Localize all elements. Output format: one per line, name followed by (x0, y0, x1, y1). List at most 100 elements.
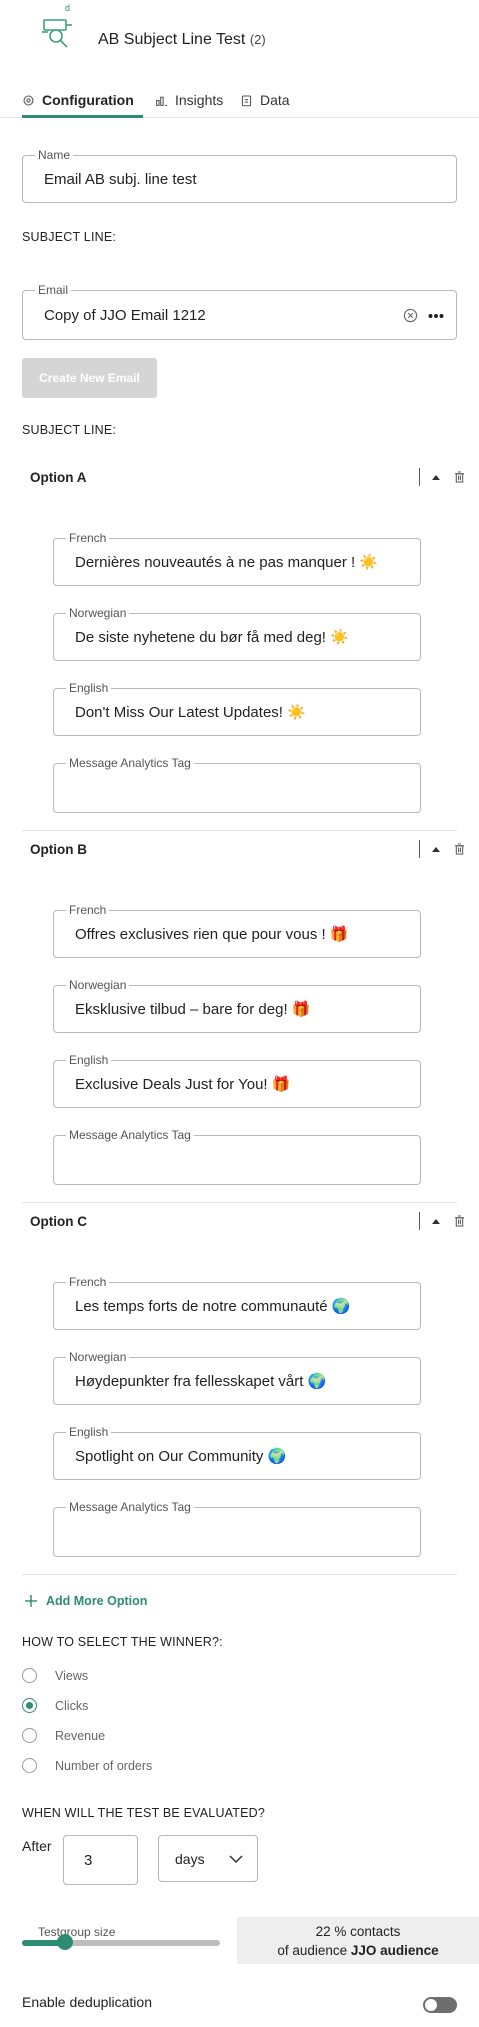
field-value: Don't Miss Our Latest Updates! ☀️ (75, 704, 306, 721)
subject-english-field[interactable]: English Don't Miss Our Latest Updates! ☀️ (53, 681, 421, 736)
email-select-field[interactable]: Email Copy of JJO Email 1212 (22, 283, 457, 340)
create-new-email-button[interactable]: Create New Email (22, 358, 157, 398)
tab-configuration[interactable]: Configuration (22, 82, 134, 118)
separator (419, 1212, 420, 1230)
separator (419, 468, 420, 486)
radio-button[interactable] (22, 1758, 37, 1773)
subject-french-field[interactable]: French Dernières nouveautés à ne pas manq… (53, 531, 421, 586)
audience-prefix: of audience (277, 1942, 351, 1958)
subject-english-field[interactable]: English Spotlight on Our Community 🌍 (53, 1425, 421, 1480)
radio-label: Revenue (55, 1728, 106, 1743)
field-value: Spotlight on Our Community 🌍 (75, 1448, 287, 1465)
winner-option-clicks[interactable]: Clicks (22, 1698, 88, 1713)
more-dots-icon[interactable] (428, 313, 444, 319)
collapse-caret-icon[interactable] (432, 846, 440, 852)
tab-insights[interactable]: Insights (155, 82, 223, 118)
add-more-option-button[interactable]: Add More Option (24, 1594, 147, 1608)
radio-label: Number of orders (55, 1758, 153, 1773)
collapse-caret-icon[interactable] (432, 474, 440, 480)
evaluation-value-input[interactable]: 3 (63, 1835, 138, 1885)
option-title: Option C (30, 1214, 87, 1229)
name-field-value: Email AB subj. line test (44, 170, 197, 188)
field-label: Message Analytics Tag (66, 756, 194, 770)
field-label: Message Analytics Tag (66, 1500, 194, 1514)
trash-icon[interactable] (454, 843, 465, 855)
evaluation-value: 3 (84, 1851, 93, 1869)
evaluation-heading: WHEN WILL THE TEST BE EVALUATED? (22, 1806, 266, 1820)
chevron-down-icon (229, 1854, 243, 1863)
testgroup-slider-handle[interactable] (57, 1934, 73, 1950)
clipboard-icon (241, 95, 252, 106)
option-title: Option A (30, 470, 87, 485)
tab-insights-label: Insights (175, 92, 224, 108)
subject-french-field[interactable]: French Offres exclusives rien que pour vo… (53, 903, 421, 958)
testgroup-label: Testgroup size (38, 1925, 116, 1939)
trash-icon[interactable] (454, 1215, 465, 1227)
subject-french-field[interactable]: French Les temps forts de notre communaut… (53, 1275, 421, 1330)
dedup-toggle[interactable] (423, 1997, 457, 2013)
bar-chart-icon (156, 96, 168, 106)
active-tab-indicator (22, 115, 143, 118)
testgroup-percent-text: 22 % contacts (315, 1923, 401, 1939)
version-count: (2) (249, 32, 266, 47)
audience-name: JJO audience (350, 1942, 439, 1958)
option-controls (419, 1212, 465, 1230)
radio-label: Views (55, 1668, 89, 1683)
testgroup-audience: of audience JJO audience (277, 1941, 438, 1960)
dedup-label: Enable deduplication (22, 1994, 152, 2010)
option-controls (419, 840, 465, 858)
analytics-tag-field[interactable]: Message Analytics Tag (53, 1128, 421, 1185)
field-label: Message Analytics Tag (66, 1128, 194, 1142)
separator (419, 840, 420, 858)
option-divider (22, 830, 457, 831)
tab-configuration-label: Configuration (42, 92, 134, 108)
subject-norwegian-field[interactable]: Norwegian Høydepunkter fra fellesskapet v… (53, 1350, 421, 1405)
page-title: AB Subject Line Test (2) (98, 31, 266, 49)
field-value: Dernières nouveautés à ne pas manquer ! … (75, 554, 379, 571)
subject-line-heading: SUBJECT LINE: (22, 230, 117, 244)
radio-button[interactable] (22, 1698, 37, 1713)
analytics-tag-field[interactable]: Message Analytics Tag (53, 756, 421, 813)
subject-norwegian-field[interactable]: Norwegian Eksklusive tilbud – bare for de… (53, 978, 421, 1033)
gear-icon (23, 95, 34, 105)
tab-data[interactable]: Data (240, 82, 290, 118)
field-value: Høydepunkter fra fellesskapet vårt 🌍 (75, 1373, 327, 1390)
logo-letter: d (65, 3, 71, 13)
subject-norwegian-field[interactable]: Norwegian De siste nyhetene du bør få med… (53, 606, 421, 661)
radio-button[interactable] (22, 1668, 37, 1683)
field-value: Les temps forts de notre communauté 🌍 (75, 1298, 351, 1315)
subject-line-heading-2: SUBJECT LINE: (22, 423, 117, 437)
trash-icon[interactable] (454, 471, 465, 483)
radio-button[interactable] (22, 1728, 37, 1743)
ab-test-logo-icon (42, 19, 72, 48)
field-value: Eksklusive tilbud – bare for deg! 🎁 (75, 1001, 311, 1018)
option-divider (22, 1202, 457, 1203)
clear-circle-icon[interactable] (403, 308, 418, 323)
subject-english-field[interactable]: English Exclusive Deals Just for You! 🎁 (53, 1053, 421, 1108)
page-title-text: AB Subject Line Test (98, 31, 246, 48)
analytics-tag-field[interactable]: Message Analytics Tag (53, 1500, 421, 1557)
option-title: Option B (30, 842, 87, 857)
app-logo: d (40, 3, 80, 54)
collapse-caret-icon[interactable] (432, 1218, 440, 1224)
testgroup-summary: 22 % contacts of audience JJO audience (237, 1917, 479, 1964)
option-controls (419, 468, 465, 486)
name-field[interactable]: Name Email AB subj. line test (22, 148, 457, 203)
plus-icon (25, 1595, 37, 1607)
field-value: De siste nyhetene du bør få med deg! ☀️ (75, 629, 349, 646)
field-value: Offres exclusives rien que pour vous ! 🎁 (75, 926, 349, 943)
winner-heading: HOW TO SELECT THE WINNER?: (22, 1635, 223, 1649)
tab-bar: Configuration Insights Data (0, 82, 479, 118)
option-divider (22, 1574, 457, 1575)
add-more-option-label: Add More Option (46, 1594, 148, 1608)
after-label: After (22, 1838, 52, 1854)
winner-option-number-of-orders[interactable]: Number of orders (22, 1758, 152, 1773)
winner-option-views[interactable]: Views (22, 1668, 88, 1683)
radio-label: Clicks (55, 1698, 89, 1713)
tab-data-label: Data (260, 92, 290, 108)
field-value: Exclusive Deals Just for You! 🎁 (75, 1076, 291, 1093)
toggle-knob (425, 1999, 437, 2011)
email-field-value: Copy of JJO Email 1212 (44, 306, 206, 324)
winner-option-revenue[interactable]: Revenue (22, 1728, 105, 1743)
evaluation-unit-select[interactable]: days (158, 1835, 258, 1882)
